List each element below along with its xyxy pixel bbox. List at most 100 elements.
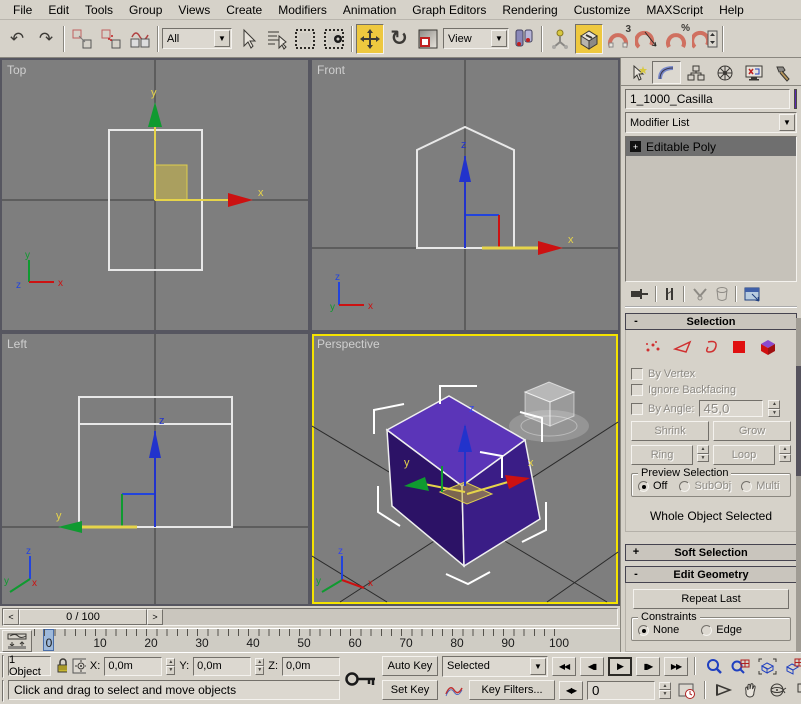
preview-off-radio[interactable] bbox=[638, 481, 649, 492]
viewport-left-label[interactable]: Left bbox=[7, 337, 27, 351]
repeat-last-button[interactable]: Repeat Last bbox=[633, 589, 789, 609]
modifier-stack[interactable]: + Editable Poly bbox=[625, 136, 797, 282]
by-angle-field[interactable] bbox=[699, 400, 763, 417]
y-coord-field[interactable] bbox=[193, 657, 251, 676]
selection-filter-dropdown[interactable]: All ▼ bbox=[162, 28, 232, 49]
menu-help[interactable]: Help bbox=[712, 2, 751, 18]
menu-modifiers[interactable]: Modifiers bbox=[271, 2, 334, 18]
constraint-edge-radio[interactable] bbox=[701, 625, 712, 636]
viewport-perspective-label[interactable]: Perspective bbox=[317, 337, 380, 351]
z-coord-field[interactable] bbox=[282, 657, 340, 676]
select-object-icon[interactable] bbox=[233, 24, 261, 54]
set-key-button[interactable]: Set Key bbox=[382, 680, 438, 700]
time-slider-track[interactable]: < 0 / 100 > bbox=[2, 608, 618, 626]
frame-spinner[interactable]: ▲▼ bbox=[659, 682, 671, 699]
remove-modifier-icon[interactable] bbox=[715, 286, 729, 302]
loop-spinner[interactable]: ▲▼ bbox=[779, 445, 791, 462]
constraint-none-radio[interactable] bbox=[638, 625, 649, 636]
select-and-scale-icon[interactable] bbox=[414, 24, 442, 54]
tab-hierarchy-icon[interactable] bbox=[681, 61, 710, 84]
bind-spacewarp-icon[interactable] bbox=[126, 24, 154, 54]
element-subobject-icon[interactable] bbox=[758, 338, 778, 356]
expand-icon[interactable]: + bbox=[630, 546, 642, 558]
viewport-front-label[interactable]: Front bbox=[317, 63, 345, 77]
tab-create-icon[interactable] bbox=[623, 61, 652, 84]
y-coord-spinner[interactable]: ▲▼ bbox=[255, 658, 264, 675]
tab-modify-icon[interactable] bbox=[652, 61, 681, 84]
chevron-down-icon[interactable]: ▼ bbox=[214, 30, 230, 47]
viewport-top-label[interactable]: Top bbox=[7, 63, 26, 77]
collapse-icon[interactable]: - bbox=[630, 568, 642, 580]
field-of-view-icon[interactable] bbox=[712, 681, 735, 700]
edge-subobject-icon[interactable] bbox=[673, 339, 693, 355]
panel-scrollbar-thumb[interactable] bbox=[796, 366, 801, 476]
collapse-icon[interactable]: - bbox=[630, 315, 642, 327]
preview-subobj-radio[interactable] bbox=[679, 481, 690, 492]
zoom-all-icon[interactable] bbox=[729, 657, 752, 676]
time-slider-handle[interactable]: 0 / 100 bbox=[19, 609, 147, 625]
arc-rotate-icon[interactable] bbox=[766, 681, 789, 700]
select-by-name-icon[interactable] bbox=[262, 24, 290, 54]
stack-expand-icon[interactable]: + bbox=[630, 141, 641, 152]
border-subobject-icon[interactable] bbox=[704, 339, 720, 355]
selection-rollout-header[interactable]: - Selection bbox=[625, 313, 797, 330]
viewport-front[interactable]: Front z x z x y bbox=[312, 60, 618, 330]
menu-animation[interactable]: Animation bbox=[336, 2, 403, 18]
zoom-extents-all-icon[interactable] bbox=[783, 657, 801, 676]
goto-end-button[interactable]: ▶▶ bbox=[664, 657, 688, 676]
edit-geometry-header[interactable]: - Edit Geometry bbox=[625, 566, 797, 583]
undo-icon[interactable]: ↶ bbox=[3, 24, 31, 54]
maximize-viewport-toggle-icon[interactable] bbox=[793, 681, 801, 700]
key-filters-button[interactable]: Key Filters... bbox=[469, 680, 555, 700]
menu-customize[interactable]: Customize bbox=[567, 2, 638, 18]
angle-snap-3-icon[interactable]: 3 bbox=[604, 24, 632, 54]
next-frame-button[interactable]: ▮▶ bbox=[636, 657, 660, 676]
vertex-subobject-icon[interactable] bbox=[644, 339, 662, 355]
play-button[interactable]: ▶ bbox=[608, 657, 632, 676]
window-crossing-icon[interactable] bbox=[320, 24, 348, 54]
viewport-top[interactable]: Top y x y x z bbox=[2, 60, 308, 330]
configure-modifier-sets-icon[interactable] bbox=[743, 286, 763, 302]
chevron-down-icon[interactable]: ▼ bbox=[530, 658, 546, 675]
chevron-down-icon[interactable]: ▼ bbox=[491, 30, 507, 47]
redo-icon[interactable]: ↷ bbox=[32, 24, 60, 54]
ring-spinner[interactable]: ▲▼ bbox=[697, 445, 709, 462]
grow-button[interactable]: Grow bbox=[713, 421, 791, 441]
preview-multi-radio[interactable] bbox=[741, 481, 752, 492]
previous-frame-button[interactable]: ◀▮ bbox=[580, 657, 604, 676]
current-frame-field[interactable] bbox=[587, 681, 655, 700]
pan-hand-icon[interactable] bbox=[739, 681, 762, 700]
menu-create[interactable]: Create bbox=[219, 2, 269, 18]
polygon-subobject-icon[interactable] bbox=[731, 339, 747, 355]
use-pivot-center-icon[interactable] bbox=[510, 24, 538, 54]
tab-motion-icon[interactable] bbox=[710, 61, 739, 84]
ring-button[interactable]: Ring bbox=[631, 445, 693, 465]
zoom-icon[interactable] bbox=[702, 657, 725, 676]
listener-script-line[interactable] bbox=[2, 680, 4, 703]
by-angle-spinner[interactable]: ▲▼ bbox=[768, 400, 780, 417]
zoom-extents-icon[interactable] bbox=[756, 657, 779, 676]
rectangular-selection-region-icon[interactable] bbox=[291, 24, 319, 54]
object-color-swatch[interactable] bbox=[794, 89, 797, 109]
select-and-rotate-icon[interactable]: ↻ bbox=[385, 24, 413, 54]
menu-maxscript[interactable]: MAXScript bbox=[639, 2, 710, 18]
key-mode-dropdown[interactable]: Selected ▼ bbox=[442, 656, 548, 677]
track-bar-ruler[interactable]: 0 10 20 30 40 50 60 70 80 90 100 bbox=[34, 629, 620, 651]
snaps-toggle-icon[interactable] bbox=[575, 24, 603, 54]
set-keys-key-icon[interactable] bbox=[344, 655, 378, 702]
chevron-down-icon[interactable]: ▼ bbox=[779, 114, 795, 131]
panel-scrollbar[interactable] bbox=[796, 318, 801, 652]
mini-curve-editor-icon[interactable] bbox=[2, 630, 32, 652]
goto-start-button[interactable]: ◀◀ bbox=[552, 657, 576, 676]
by-vertex-checkbox[interactable] bbox=[631, 368, 643, 380]
soft-selection-header[interactable]: + Soft Selection bbox=[625, 544, 797, 561]
angle-snap-toggle-icon[interactable] bbox=[633, 24, 661, 54]
time-configuration-icon[interactable] bbox=[675, 681, 698, 700]
stack-item-editable-poly[interactable]: + Editable Poly bbox=[626, 137, 796, 156]
x-coord-spinner[interactable]: ▲▼ bbox=[166, 658, 175, 675]
select-link-icon[interactable] bbox=[68, 24, 96, 54]
key-step-toggle[interactable]: ◀▶ bbox=[559, 681, 583, 700]
show-end-result-icon[interactable] bbox=[663, 286, 677, 302]
time-slider-prev-button[interactable]: < bbox=[3, 609, 19, 625]
menu-tools[interactable]: Tools bbox=[78, 2, 120, 18]
